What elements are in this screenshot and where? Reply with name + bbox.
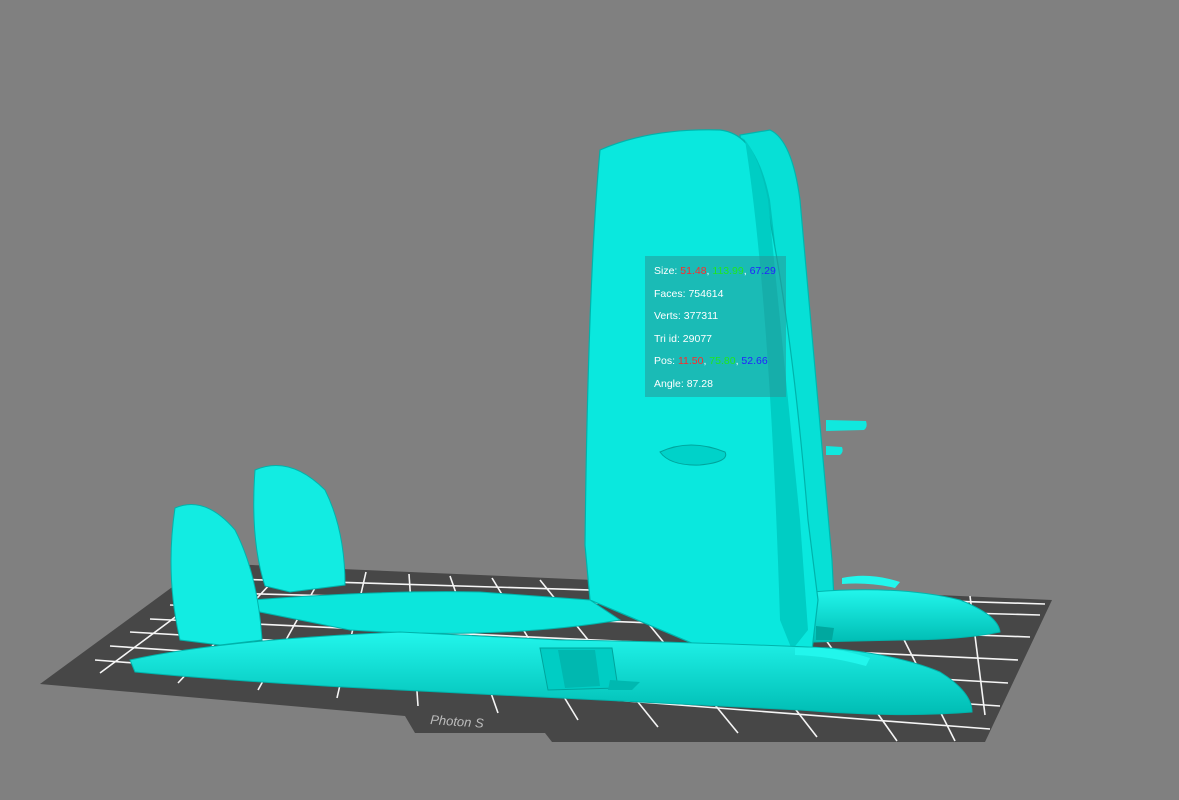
size-label: Size:	[654, 265, 678, 277]
size-x-value: 51.48	[680, 265, 707, 277]
size-row: Size: 51.48, 113.99, 67.29	[654, 265, 776, 277]
verts-value: 377311	[683, 310, 719, 323]
verts-label: Verts:	[654, 310, 681, 323]
tri-id-value: 29077	[682, 332, 712, 345]
angle-label: Angle:	[654, 377, 684, 390]
faces-value: 754614	[688, 287, 724, 300]
scene-canvas[interactable]: Photon S	[0, 0, 1179, 800]
faces-label: Faces:	[654, 287, 686, 300]
size-y-value: 113.99	[712, 265, 744, 277]
size-z-value: 67.29	[749, 265, 776, 277]
pos-y-value: 75.80	[709, 355, 736, 368]
pos-x-value: 11.50	[677, 355, 704, 368]
angle-value: 87.28	[686, 377, 713, 390]
model-info-panel: Size: 51.48, 113.99, 67.29 Faces: 754614…	[645, 256, 786, 397]
3d-viewport[interactable]: Photon S Size: 51.48, 113.99, 67.29 Face…	[0, 0, 1179, 800]
verts-row: Verts: 377311	[654, 309, 777, 332]
faces-row: Faces: 754614	[654, 287, 777, 310]
tri-id-row: Tri id: 29077	[654, 332, 777, 355]
angle-row: Angle: 87.28	[654, 377, 777, 400]
tri-id-label: Tri id:	[654, 332, 680, 345]
pos-row: Pos: 11.50, 75.80, 52.66	[654, 355, 768, 368]
pos-label: Pos:	[654, 355, 676, 368]
pos-z-value: 52.66	[741, 355, 768, 368]
